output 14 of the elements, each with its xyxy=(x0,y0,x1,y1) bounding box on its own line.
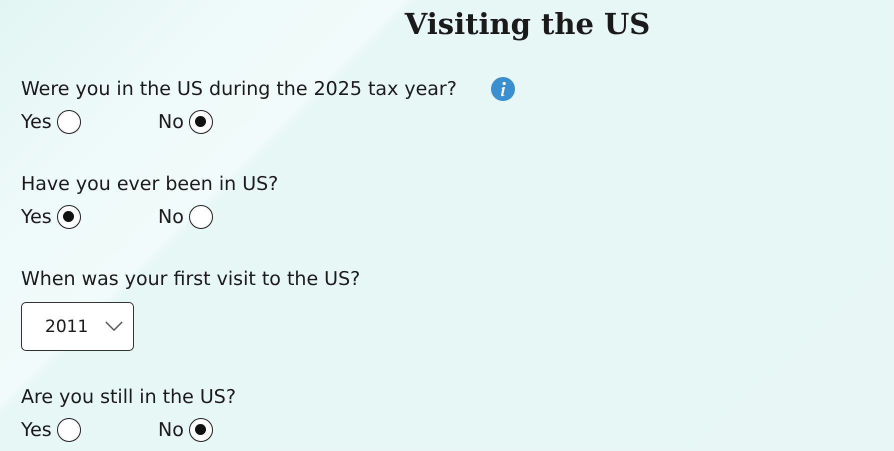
question-label: Have you ever been in US? xyxy=(21,173,278,195)
info-icon[interactable] xyxy=(490,77,515,101)
question-label: When was your first visit to the US? xyxy=(21,268,360,290)
year-dropdown[interactable]: 2011 xyxy=(21,302,134,351)
chevron-down-icon xyxy=(105,321,123,332)
radio-option[interactable]: No xyxy=(158,110,295,134)
radio-option[interactable]: No xyxy=(158,418,295,442)
radio-option[interactable]: Yes xyxy=(21,110,158,134)
page-title: Visiting the US xyxy=(404,6,652,43)
radio-option[interactable]: No xyxy=(158,205,295,229)
question-label: Were you in the US during the 2025 tax year? xyxy=(21,78,457,100)
question-label: Are you still in the US? xyxy=(21,386,236,408)
radio-option[interactable]: Yes xyxy=(21,205,158,229)
radio-option[interactable]: Yes xyxy=(21,418,158,442)
